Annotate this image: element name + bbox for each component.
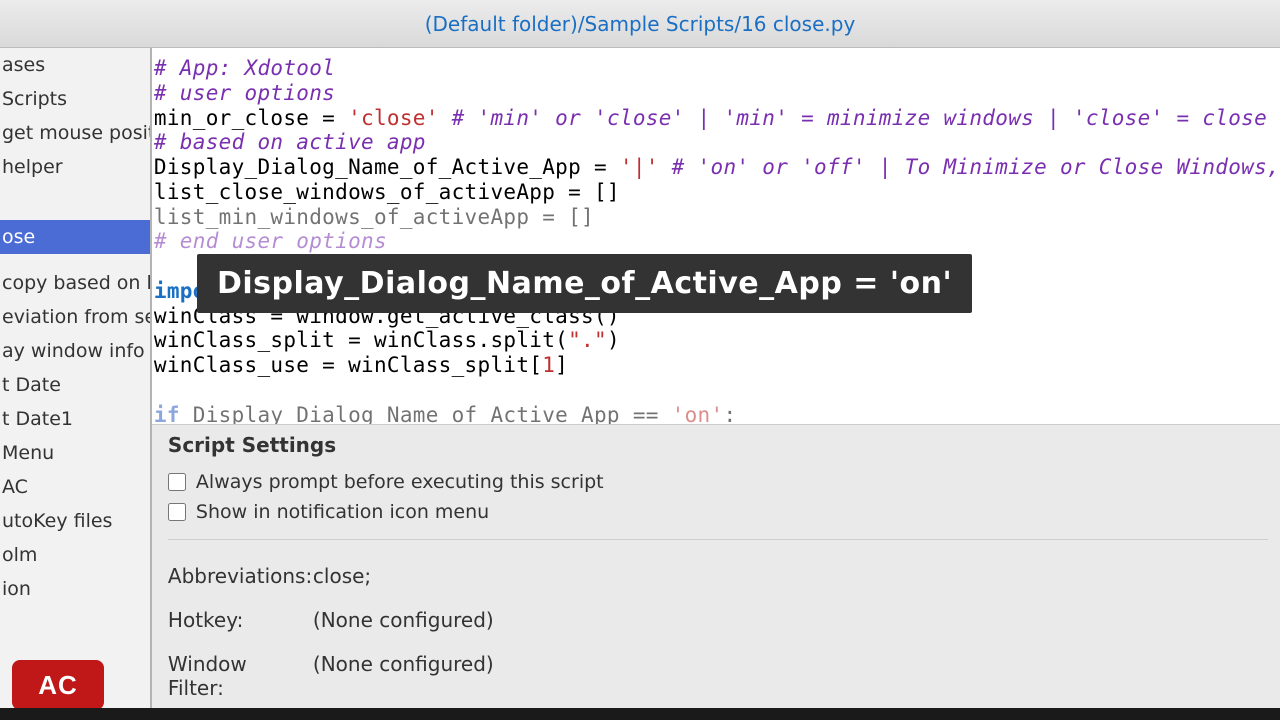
sidebar-item[interactable]: copy based on loc	[0, 266, 150, 300]
abbreviations-label: Abbreviations:	[168, 564, 293, 588]
ac-badge: AC	[12, 660, 104, 710]
sidebar-item[interactable]: t Date1	[0, 402, 150, 436]
code-completion-tooltip: Display_Dialog_Name_of_Active_App = 'on'	[197, 254, 972, 313]
window-filter-value: (None configured)	[313, 652, 494, 700]
sidebar-item[interactable]: olm	[0, 538, 150, 572]
settings-title: Script Settings	[168, 433, 1268, 457]
settings-divider	[168, 539, 1268, 540]
content-area: # App: Xdotool# user optionsmin_or_close…	[152, 48, 1280, 720]
show-in-menu-checkbox[interactable]: Show in notification icon menu	[168, 497, 1268, 527]
show-in-menu-label: Show in notification icon menu	[196, 501, 489, 523]
sidebar-item[interactable]: get mouse position	[0, 116, 150, 150]
sidebar-item[interactable]: helper	[0, 150, 150, 184]
abbreviations-row: Abbreviations: close;	[168, 554, 1268, 598]
sidebar-item[interactable]	[0, 254, 150, 266]
sidebar-item[interactable]: Menu	[0, 436, 150, 470]
window-filter-label: Window Filter:	[168, 652, 293, 700]
sidebar-item[interactable]: utoKey files	[0, 504, 150, 538]
abbreviations-value: close;	[313, 564, 371, 588]
always-prompt-label: Always prompt before executing this scri…	[196, 471, 604, 493]
sidebar-item[interactable]: ion	[0, 572, 150, 606]
hotkey-row: Hotkey: (None configured)	[168, 598, 1268, 642]
always-prompt-checkbox[interactable]: Always prompt before executing this scri…	[168, 467, 1268, 497]
sidebar-item[interactable]	[0, 208, 150, 220]
sidebar-item[interactable]: eviation from sele	[0, 300, 150, 334]
sidebar-item[interactable]: ay window info	[0, 334, 150, 368]
script-settings-panel: Script Settings Always prompt before exe…	[152, 424, 1280, 720]
code-editor[interactable]: # App: Xdotool# user optionsmin_or_close…	[152, 48, 1280, 424]
taskbar-strip	[0, 708, 1280, 720]
sidebar-item[interactable]: ases	[0, 48, 150, 82]
title-bar: (Default folder)/Sample Scripts/16 close…	[0, 0, 1280, 48]
show-in-menu-box[interactable]	[168, 503, 186, 521]
always-prompt-box[interactable]	[168, 473, 186, 491]
window-filter-row: Window Filter: (None configured)	[168, 642, 1268, 710]
sidebar-item[interactable]: Scripts	[0, 82, 150, 116]
hotkey-value: (None configured)	[313, 608, 494, 632]
sidebar-item[interactable]: ose	[0, 220, 150, 254]
breadcrumb: (Default folder)/Sample Scripts/16 close…	[425, 12, 856, 36]
sidebar-item[interactable]	[0, 184, 150, 196]
sidebar: ases Scriptsget mouse positionhelper ose c…	[0, 48, 152, 720]
sidebar-item[interactable]	[0, 196, 150, 208]
hotkey-label: Hotkey:	[168, 608, 293, 632]
sidebar-item[interactable]: AC	[0, 470, 150, 504]
sidebar-item[interactable]: t Date	[0, 368, 150, 402]
